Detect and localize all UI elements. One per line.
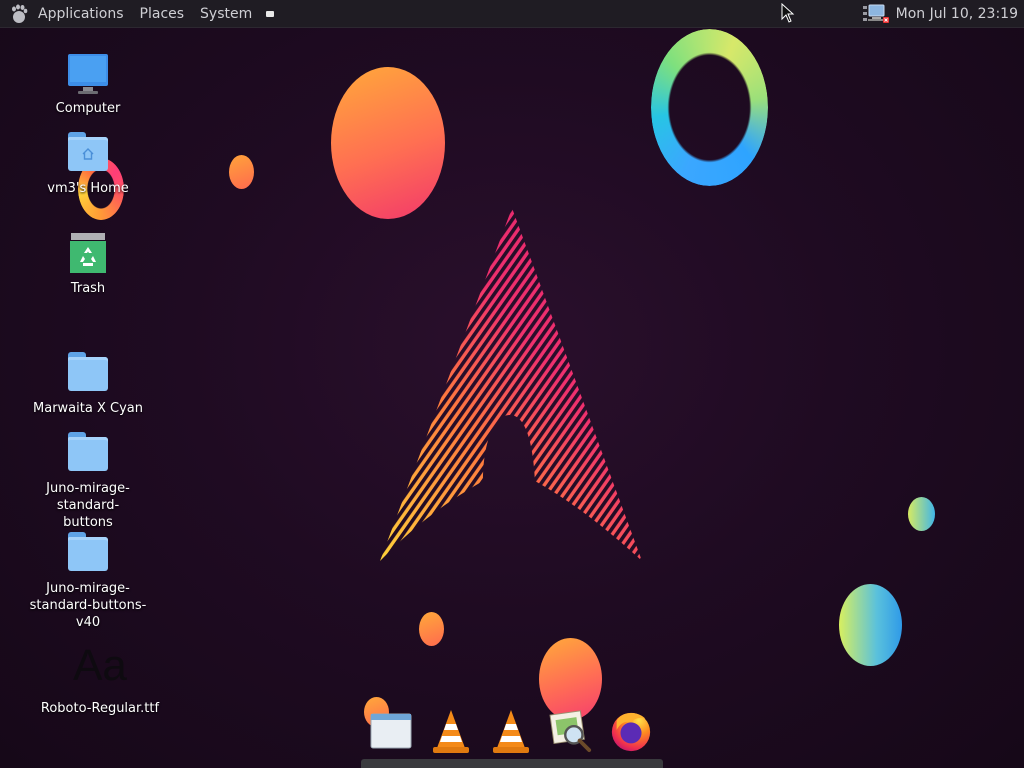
orange-orb-bottom-small [419,612,444,646]
desktop-icon-label: Trash [70,281,106,296]
desktop-icon-label: Juno-mirage-standard-buttons [46,481,130,530]
green-blue-orb-small [908,497,935,531]
trash-icon [66,232,110,276]
dock-bar [361,759,663,768]
font-preview: Aa [73,641,127,690]
green-blue-orb-large [839,584,902,666]
image-viewer-icon[interactable] [549,708,593,754]
top-panel: Applications Places System Mon Jul 10, 2… [0,0,1024,28]
network-disconnected-icon[interactable] [862,3,890,25]
terminal-launcher-icon[interactable] [266,10,275,17]
vlc-icon[interactable] [489,708,533,754]
dock [361,700,663,760]
font-file-icon: Aa [68,640,132,696]
desktop-icon-juno-v40[interactable]: Juno-mirage-standard-buttons-v40 [28,532,148,631]
desktop-icon-label: vm3's Home [47,181,129,196]
desktop-icon-computer[interactable]: Computer [28,52,148,117]
desktop-icon-roboto[interactable]: Aa Roboto-Regular.ttf [40,640,160,717]
desktop-icon-home[interactable]: vm3's Home [28,132,148,197]
panel-tray: Mon Jul 10, 23:19 [862,0,1018,27]
folder-icon [66,352,110,396]
orange-orb-small [229,155,254,189]
home-folder-icon [66,132,110,176]
firefox-icon[interactable] [609,708,653,754]
gradient-ring [651,29,768,186]
desktop-icon-juno[interactable]: Juno-mirage-standard-buttons [28,432,148,531]
arch-logo [380,208,642,561]
menu-places[interactable]: Places [132,6,193,22]
desktop-icon-trash[interactable]: Trash [28,232,148,297]
desktop-icon-label: Computer [55,101,121,116]
desktop-icon-marwaita[interactable]: Marwaita X Cyan [28,352,148,417]
desktop-icon-label: Juno-mirage-standard-buttons-v40 [29,581,147,630]
menu-system[interactable]: System [192,6,260,22]
window-icon[interactable] [369,708,413,754]
folder-icon [66,432,110,476]
clock[interactable]: Mon Jul 10, 23:19 [896,6,1018,22]
mouse-pointer-icon [781,3,795,23]
folder-icon [66,532,110,576]
vlc-icon[interactable] [429,708,473,754]
desktop-icon-label: Marwaita X Cyan [33,401,143,416]
gnome-foot-icon[interactable] [8,3,30,25]
desktop-icon-label: Roboto-Regular.ttf [40,701,160,716]
orange-orb-large [331,67,445,219]
menu-applications[interactable]: Applications [30,6,132,22]
computer-icon [66,52,110,96]
